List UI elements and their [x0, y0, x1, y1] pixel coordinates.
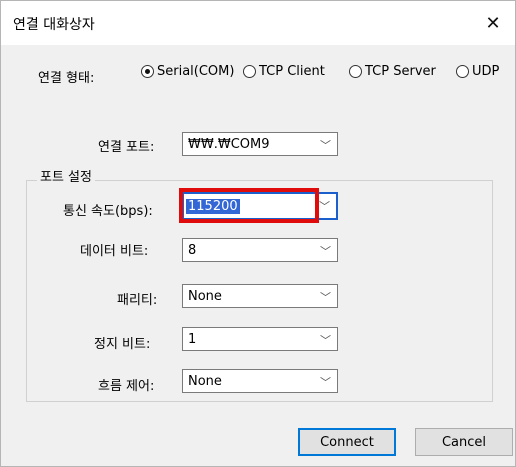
dialog-title: 연결 대화상자 [13, 17, 95, 33]
chevron-down-icon: ﹀ [320, 139, 331, 152]
parity-label: 패리티: [117, 293, 158, 308]
data-bits-label: 데이터 비트: [80, 244, 149, 259]
baud-rate-label: 통신 속도(bps): [63, 204, 153, 219]
connection-type-label: 연결 형태: [38, 71, 95, 86]
radio-unselected-icon [456, 65, 469, 78]
radio-serial-com[interactable]: Serial(COM) [141, 64, 234, 79]
cancel-button[interactable]: Cancel [415, 428, 513, 456]
parity-value: None [188, 289, 222, 304]
radio-udp[interactable]: UDP [456, 64, 499, 79]
data-bits-value: 8 [188, 243, 197, 258]
port-select[interactable]: ₩₩.₩COM9 ﹀ [182, 132, 338, 156]
close-icon[interactable]: ✕ [471, 1, 515, 45]
title-bar: 연결 대화상자 ✕ [1, 1, 515, 45]
radio-label: UDP [472, 64, 500, 79]
stop-bits-value: 1 [188, 332, 197, 347]
radio-tcp-client[interactable]: TCP Client [243, 64, 325, 79]
flow-control-label: 흐름 제어: [98, 379, 155, 394]
port-value: ₩₩.₩COM9 [188, 137, 270, 152]
port-label: 연결 포트: [98, 140, 155, 155]
chevron-down-icon: ﹀ [320, 291, 331, 304]
parity-select[interactable]: None ﹀ [182, 284, 338, 308]
stop-bits-label: 정지 비트: [94, 337, 151, 352]
port-settings-title: 포트 설정 [37, 166, 95, 185]
connect-button[interactable]: Connect [298, 428, 396, 456]
radio-unselected-icon [243, 65, 256, 78]
radio-selected-icon [141, 65, 154, 78]
chevron-down-icon: ﹀ [320, 245, 331, 258]
flow-control-select[interactable]: None ﹀ [182, 369, 338, 393]
chevron-down-icon: ﹀ [320, 376, 331, 389]
radio-unselected-icon [349, 65, 362, 78]
radio-label: Serial(COM) [157, 64, 235, 79]
baud-rate-combobox[interactable]: 115200 ﹀ [182, 192, 338, 220]
flow-control-value: None [188, 374, 222, 389]
radio-label: TCP Server [365, 64, 436, 79]
chevron-down-icon: ﹀ [320, 334, 331, 347]
connection-dialog: 연결 대화상자 ✕ 연결 형태: Serial(COM) TCP Client … [0, 0, 516, 467]
radio-label: TCP Client [259, 64, 325, 79]
radio-tcp-server[interactable]: TCP Server [349, 64, 436, 79]
baud-rate-value[interactable]: 115200 [186, 199, 240, 214]
data-bits-select[interactable]: 8 ﹀ [182, 238, 338, 262]
stop-bits-select[interactable]: 1 ﹀ [182, 327, 338, 351]
chevron-down-icon: ﹀ [319, 200, 330, 213]
